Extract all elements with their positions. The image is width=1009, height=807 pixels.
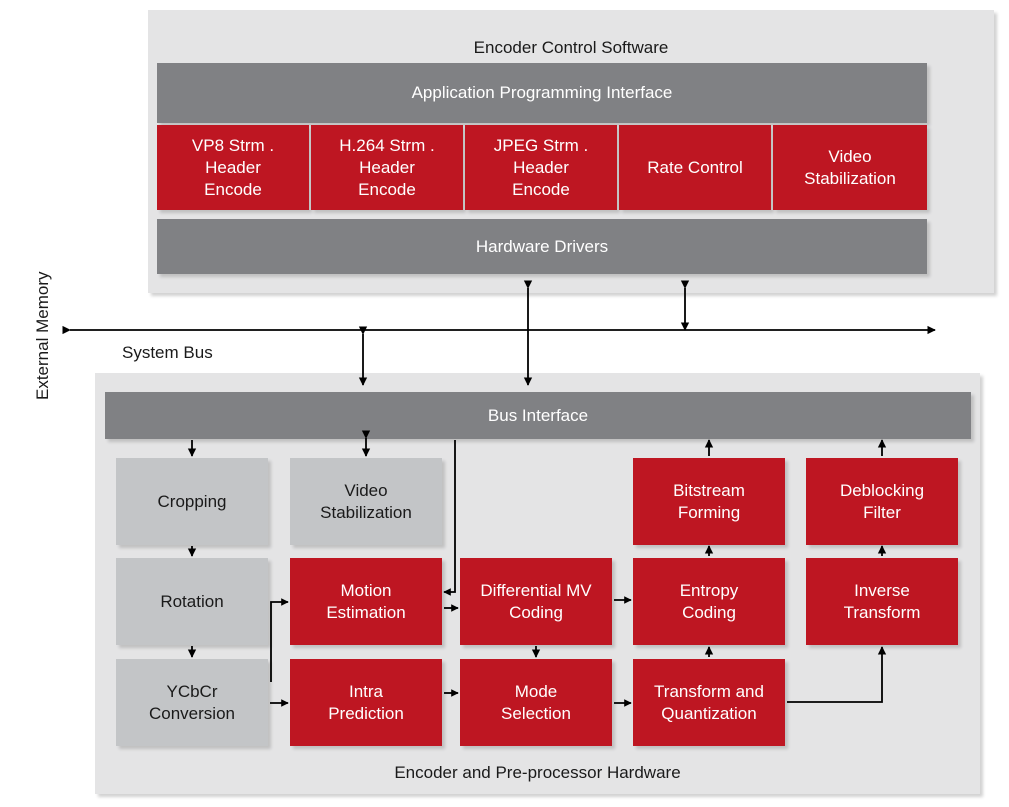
bus-interface-bar[interactable]: Bus Interface bbox=[105, 392, 971, 439]
block-label: Bitstream Forming bbox=[673, 480, 745, 522]
module-label: H.264 Strm . Header Encode bbox=[339, 135, 435, 199]
block-entropy-coding[interactable]: Entropy Coding bbox=[633, 558, 785, 645]
system-bus-label: System Bus bbox=[122, 343, 213, 362]
hardware-drivers-label: Hardware Drivers bbox=[475, 236, 609, 256]
module-video-stabilization[interactable]: Video Stabilization bbox=[773, 125, 927, 210]
module-label: Video Stabilization bbox=[804, 146, 896, 188]
block-video-stabilization[interactable]: Video Stabilization bbox=[290, 458, 442, 545]
block-ycbcr-conversion[interactable]: YCbCr Conversion bbox=[116, 659, 268, 746]
block-label: Video Stabilization bbox=[320, 480, 412, 522]
module-label: Rate Control bbox=[647, 157, 743, 177]
block-label: Rotation bbox=[160, 591, 224, 611]
block-motion-estimation[interactable]: Motion Estimation bbox=[290, 558, 442, 645]
module-label: JPEG Strm . Header Encode bbox=[493, 135, 589, 199]
bus-interface-label: Bus Interface bbox=[487, 405, 589, 425]
software-panel-title: Encoder Control Software bbox=[473, 38, 669, 57]
block-transform-and-quantization[interactable]: Transform and Quantization bbox=[633, 659, 785, 746]
module-vp8-stream-header-encode[interactable]: VP8 Strm . Header Encode bbox=[157, 125, 309, 210]
api-bar-label: Application Programming Interface bbox=[411, 83, 673, 102]
diagram-canvas: Encoder Control Software Application Pro… bbox=[0, 0, 1009, 807]
block-label: Intra Prediction bbox=[328, 681, 404, 723]
module-jpeg-stream-header-encode[interactable]: JPEG Strm . Header Encode bbox=[465, 125, 617, 210]
block-label: Inverse Transform bbox=[843, 580, 921, 622]
module-h264-stream-header-encode[interactable]: H.264 Strm . Header Encode bbox=[311, 125, 463, 210]
block-label: Deblocking Filter bbox=[839, 480, 925, 522]
application-programming-interface-bar[interactable]: Application Programming Interface bbox=[157, 63, 927, 123]
block-differential-mv-coding[interactable]: Differential MV Coding bbox=[460, 558, 612, 645]
block-label: Differential MV Coding bbox=[480, 580, 592, 622]
block-label: Entropy Coding bbox=[679, 580, 739, 622]
hardware-drivers-bar[interactable]: Hardware Drivers bbox=[157, 219, 927, 274]
block-rotation[interactable]: Rotation bbox=[116, 558, 268, 645]
block-cropping[interactable]: Cropping bbox=[116, 458, 268, 545]
block-bitstream-forming[interactable]: Bitstream Forming bbox=[633, 458, 785, 545]
block-label: YCbCr Conversion bbox=[149, 681, 235, 723]
block-label: Motion Estimation bbox=[326, 580, 406, 622]
block-inverse-transform[interactable]: Inverse Transform bbox=[806, 558, 958, 645]
external-memory-label: External Memory bbox=[33, 271, 52, 400]
block-label: Mode Selection bbox=[501, 681, 571, 723]
block-mode-selection[interactable]: Mode Selection bbox=[460, 659, 612, 746]
block-label: Transform and Quantization bbox=[654, 681, 764, 723]
module-rate-control[interactable]: Rate Control bbox=[619, 125, 771, 210]
block-deblocking-filter[interactable]: Deblocking Filter bbox=[806, 458, 958, 545]
block-label: Cropping bbox=[157, 491, 227, 511]
hardware-panel-title: Encoder and Pre-processor Hardware bbox=[394, 763, 681, 782]
module-label: VP8 Strm . Header Encode bbox=[191, 135, 275, 199]
block-intra-prediction[interactable]: Intra Prediction bbox=[290, 659, 442, 746]
